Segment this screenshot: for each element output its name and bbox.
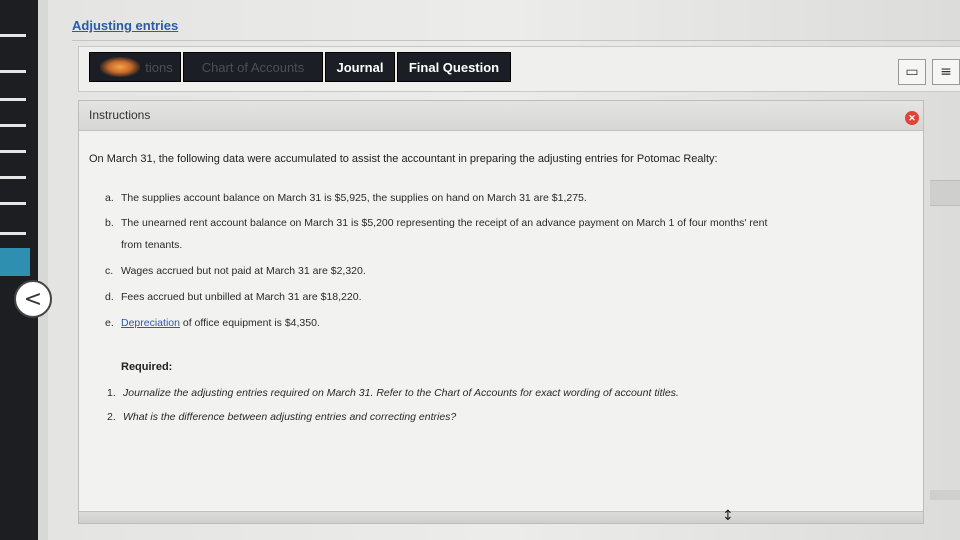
- window-icon[interactable]: ▭: [898, 59, 926, 85]
- question-number: 2.: [107, 411, 116, 423]
- monitor-bezel: [0, 0, 38, 540]
- required-heading: Required:: [121, 361, 173, 373]
- tab-journal[interactable]: Journal: [325, 52, 395, 82]
- question-number: 1.: [107, 387, 116, 399]
- page-title[interactable]: Adjusting entries: [72, 18, 178, 33]
- tab-chart-of-accounts[interactable]: Chart of Accounts: [183, 52, 323, 82]
- depreciation-link[interactable]: Depreciation: [121, 317, 180, 329]
- bezel-mark: [0, 34, 26, 37]
- bezel-mark: [0, 98, 26, 101]
- panel-header: Instructions ✕: [79, 101, 923, 131]
- list-icon[interactable]: ≡: [932, 59, 960, 85]
- toolbar-icons: ▭ ≡: [898, 59, 960, 85]
- item-continuation: from tenants.: [121, 239, 183, 251]
- tab-label: Journal: [336, 59, 384, 75]
- item-text: of office equipment is $4,350.: [179, 317, 320, 329]
- list-item: d. Fees accrued but unbilled at March 31 …: [105, 291, 362, 303]
- tab-final-question[interactable]: Final Question: [397, 52, 511, 82]
- title-divider: [72, 40, 960, 41]
- back-arrow-icon[interactable]: <: [14, 280, 52, 318]
- item-text: Fees accrued but unbilled at March 31 ar…: [121, 291, 362, 303]
- question-item: 1. Journalize the adjusting entries requi…: [107, 387, 679, 399]
- bezel-mark: [0, 176, 26, 179]
- tab-bar: tions Chart of Accounts Journal Final Qu…: [78, 46, 960, 92]
- close-icon[interactable]: ✕: [905, 111, 919, 125]
- list-item: c. Wages accrued but not paid at March 31…: [105, 265, 366, 277]
- tab-label: tions: [145, 59, 173, 75]
- bezel-mark: [0, 70, 26, 73]
- panel-title: Instructions: [89, 108, 151, 122]
- item-label: e.: [105, 317, 114, 329]
- bezel-mark: [0, 150, 26, 153]
- instructions-panel: Instructions ✕ On March 31, the followin…: [78, 100, 924, 524]
- list-item: e. Depreciation of office equipment is $4…: [105, 317, 320, 329]
- bezel-mark: [0, 124, 26, 127]
- panel-resize-handle[interactable]: [79, 511, 923, 523]
- item-text: The supplies account balance on March 31…: [121, 192, 587, 204]
- side-strip: [930, 180, 960, 206]
- side-strip: [930, 490, 960, 500]
- item-text: Wages accrued but not paid at March 31 a…: [121, 265, 366, 277]
- item-label: d.: [105, 291, 114, 303]
- bezel-highlight: [0, 248, 30, 276]
- page: Adjusting entries tions Chart of Account…: [48, 0, 960, 540]
- item-text: The unearned rent account balance on Mar…: [121, 217, 768, 229]
- resize-cursor-icon: ↕: [722, 508, 734, 524]
- question-text: What is the difference between adjusting…: [123, 411, 457, 423]
- list-item: b. The unearned rent account balance on M…: [105, 217, 767, 229]
- question-text: Journalize the adjusting entries require…: [123, 387, 679, 399]
- item-label: a.: [105, 192, 114, 204]
- bezel-mark: [0, 202, 26, 205]
- screen-glare: [100, 57, 140, 77]
- tab-label: Final Question: [408, 59, 500, 75]
- bezel-mark: [0, 232, 26, 235]
- item-label: b.: [105, 217, 114, 229]
- item-label: c.: [105, 265, 114, 277]
- list-item: a. The supplies account balance on March …: [105, 192, 587, 204]
- question-item: 2. What is the difference between adjusti…: [107, 411, 456, 423]
- tab-instructions[interactable]: tions: [89, 52, 181, 82]
- intro-text: On March 31, the following data were acc…: [89, 153, 718, 165]
- tab-label: Chart of Accounts: [201, 59, 305, 75]
